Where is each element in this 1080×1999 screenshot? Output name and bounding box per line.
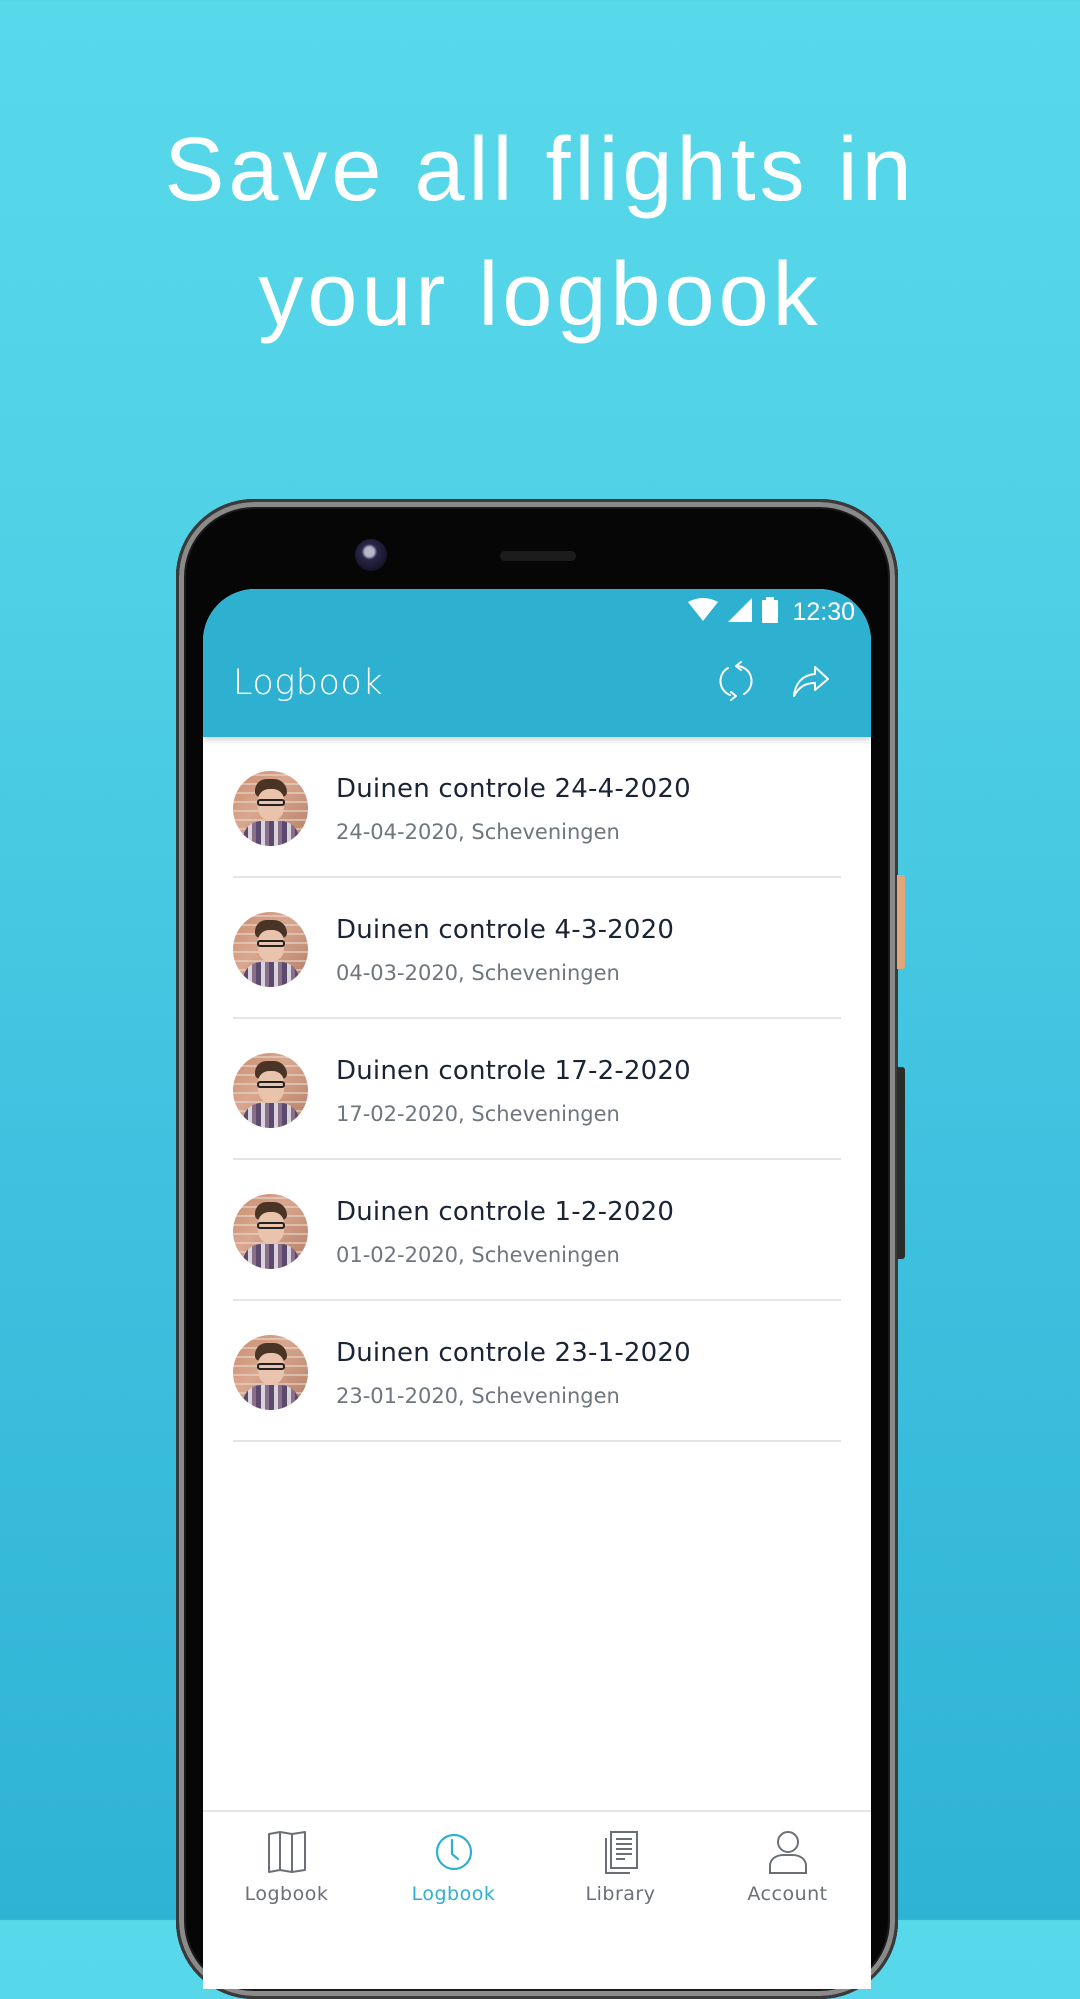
flight-subtitle: 17-02-2020, Scheveningen bbox=[336, 1102, 620, 1126]
list-item[interactable]: Duinen controle 1-2-2020 01-02-2020, Sch… bbox=[203, 1160, 871, 1301]
nav-tab-library[interactable]: Library bbox=[537, 1812, 704, 1942]
nav-label: Logbook bbox=[411, 1883, 496, 1905]
bottom-navigation: Logbook Logbook Library Account bbox=[203, 1810, 871, 1989]
library-icon bbox=[597, 1828, 645, 1876]
promo-headline-line-2: your logbook bbox=[258, 245, 822, 345]
flight-list: Duinen controle 24-4-2020 24-04-2020, Sc… bbox=[203, 737, 871, 1442]
avatar bbox=[233, 912, 308, 987]
avatar bbox=[233, 771, 308, 846]
flight-subtitle: 01-02-2020, Scheveningen bbox=[336, 1243, 620, 1267]
cell-signal-icon bbox=[728, 597, 753, 627]
nav-label: Logbook bbox=[244, 1883, 329, 1905]
divider bbox=[233, 1440, 841, 1442]
nav-label: Account bbox=[747, 1883, 828, 1905]
wifi-icon bbox=[688, 597, 719, 627]
flight-subtitle: 04-03-2020, Scheveningen bbox=[336, 961, 620, 985]
map-icon bbox=[263, 1828, 311, 1876]
app-bar: 12:30 Logbook bbox=[203, 589, 871, 737]
flight-title: Duinen controle 24-4-2020 bbox=[336, 774, 691, 804]
share-button[interactable] bbox=[789, 661, 833, 705]
avatar bbox=[233, 1053, 308, 1128]
promo-headline: Save all flights in your logbook bbox=[0, 108, 1080, 358]
clock-icon bbox=[430, 1828, 478, 1876]
phone-camera bbox=[355, 539, 387, 571]
nav-tab-logbook-clock[interactable]: Logbook bbox=[370, 1812, 537, 1942]
phone-power-button bbox=[897, 875, 905, 969]
flight-title: Duinen controle 17-2-2020 bbox=[336, 1056, 691, 1086]
battery-icon bbox=[762, 596, 779, 628]
list-item[interactable]: Duinen controle 17-2-2020 17-02-2020, Sc… bbox=[203, 1019, 871, 1160]
phone-speaker bbox=[500, 551, 576, 561]
status-time: 12:30 bbox=[792, 597, 855, 626]
nav-tab-account[interactable]: Account bbox=[704, 1812, 871, 1942]
list-item[interactable]: Duinen controle 4-3-2020 04-03-2020, Sch… bbox=[203, 878, 871, 1019]
flight-title: Duinen controle 23-1-2020 bbox=[336, 1338, 691, 1368]
list-item[interactable]: Duinen controle 24-4-2020 24-04-2020, Sc… bbox=[203, 737, 871, 878]
page-title: Logbook bbox=[233, 663, 384, 703]
flight-subtitle: 24-04-2020, Scheveningen bbox=[336, 820, 620, 844]
app-screen: 12:30 Logbook Duinen controle 24-4-2020 … bbox=[203, 589, 871, 1989]
refresh-button[interactable] bbox=[714, 659, 758, 708]
refresh-icon bbox=[716, 659, 756, 708]
nav-tab-logbook-map[interactable]: Logbook bbox=[203, 1812, 370, 1942]
status-bar: 12:30 bbox=[688, 596, 855, 628]
avatar bbox=[233, 1194, 308, 1269]
phone-volume-button bbox=[897, 1067, 905, 1259]
list-item[interactable]: Duinen controle 23-1-2020 23-01-2020, Sc… bbox=[203, 1301, 871, 1442]
flight-subtitle: 23-01-2020, Scheveningen bbox=[336, 1384, 620, 1408]
avatar bbox=[233, 1335, 308, 1410]
flight-title: Duinen controle 4-3-2020 bbox=[336, 915, 675, 945]
share-icon bbox=[791, 663, 831, 704]
account-icon bbox=[764, 1828, 812, 1876]
flight-title: Duinen controle 1-2-2020 bbox=[336, 1197, 675, 1227]
nav-label: Library bbox=[585, 1883, 656, 1905]
promo-headline-line-1: Save all flights in bbox=[164, 120, 916, 220]
